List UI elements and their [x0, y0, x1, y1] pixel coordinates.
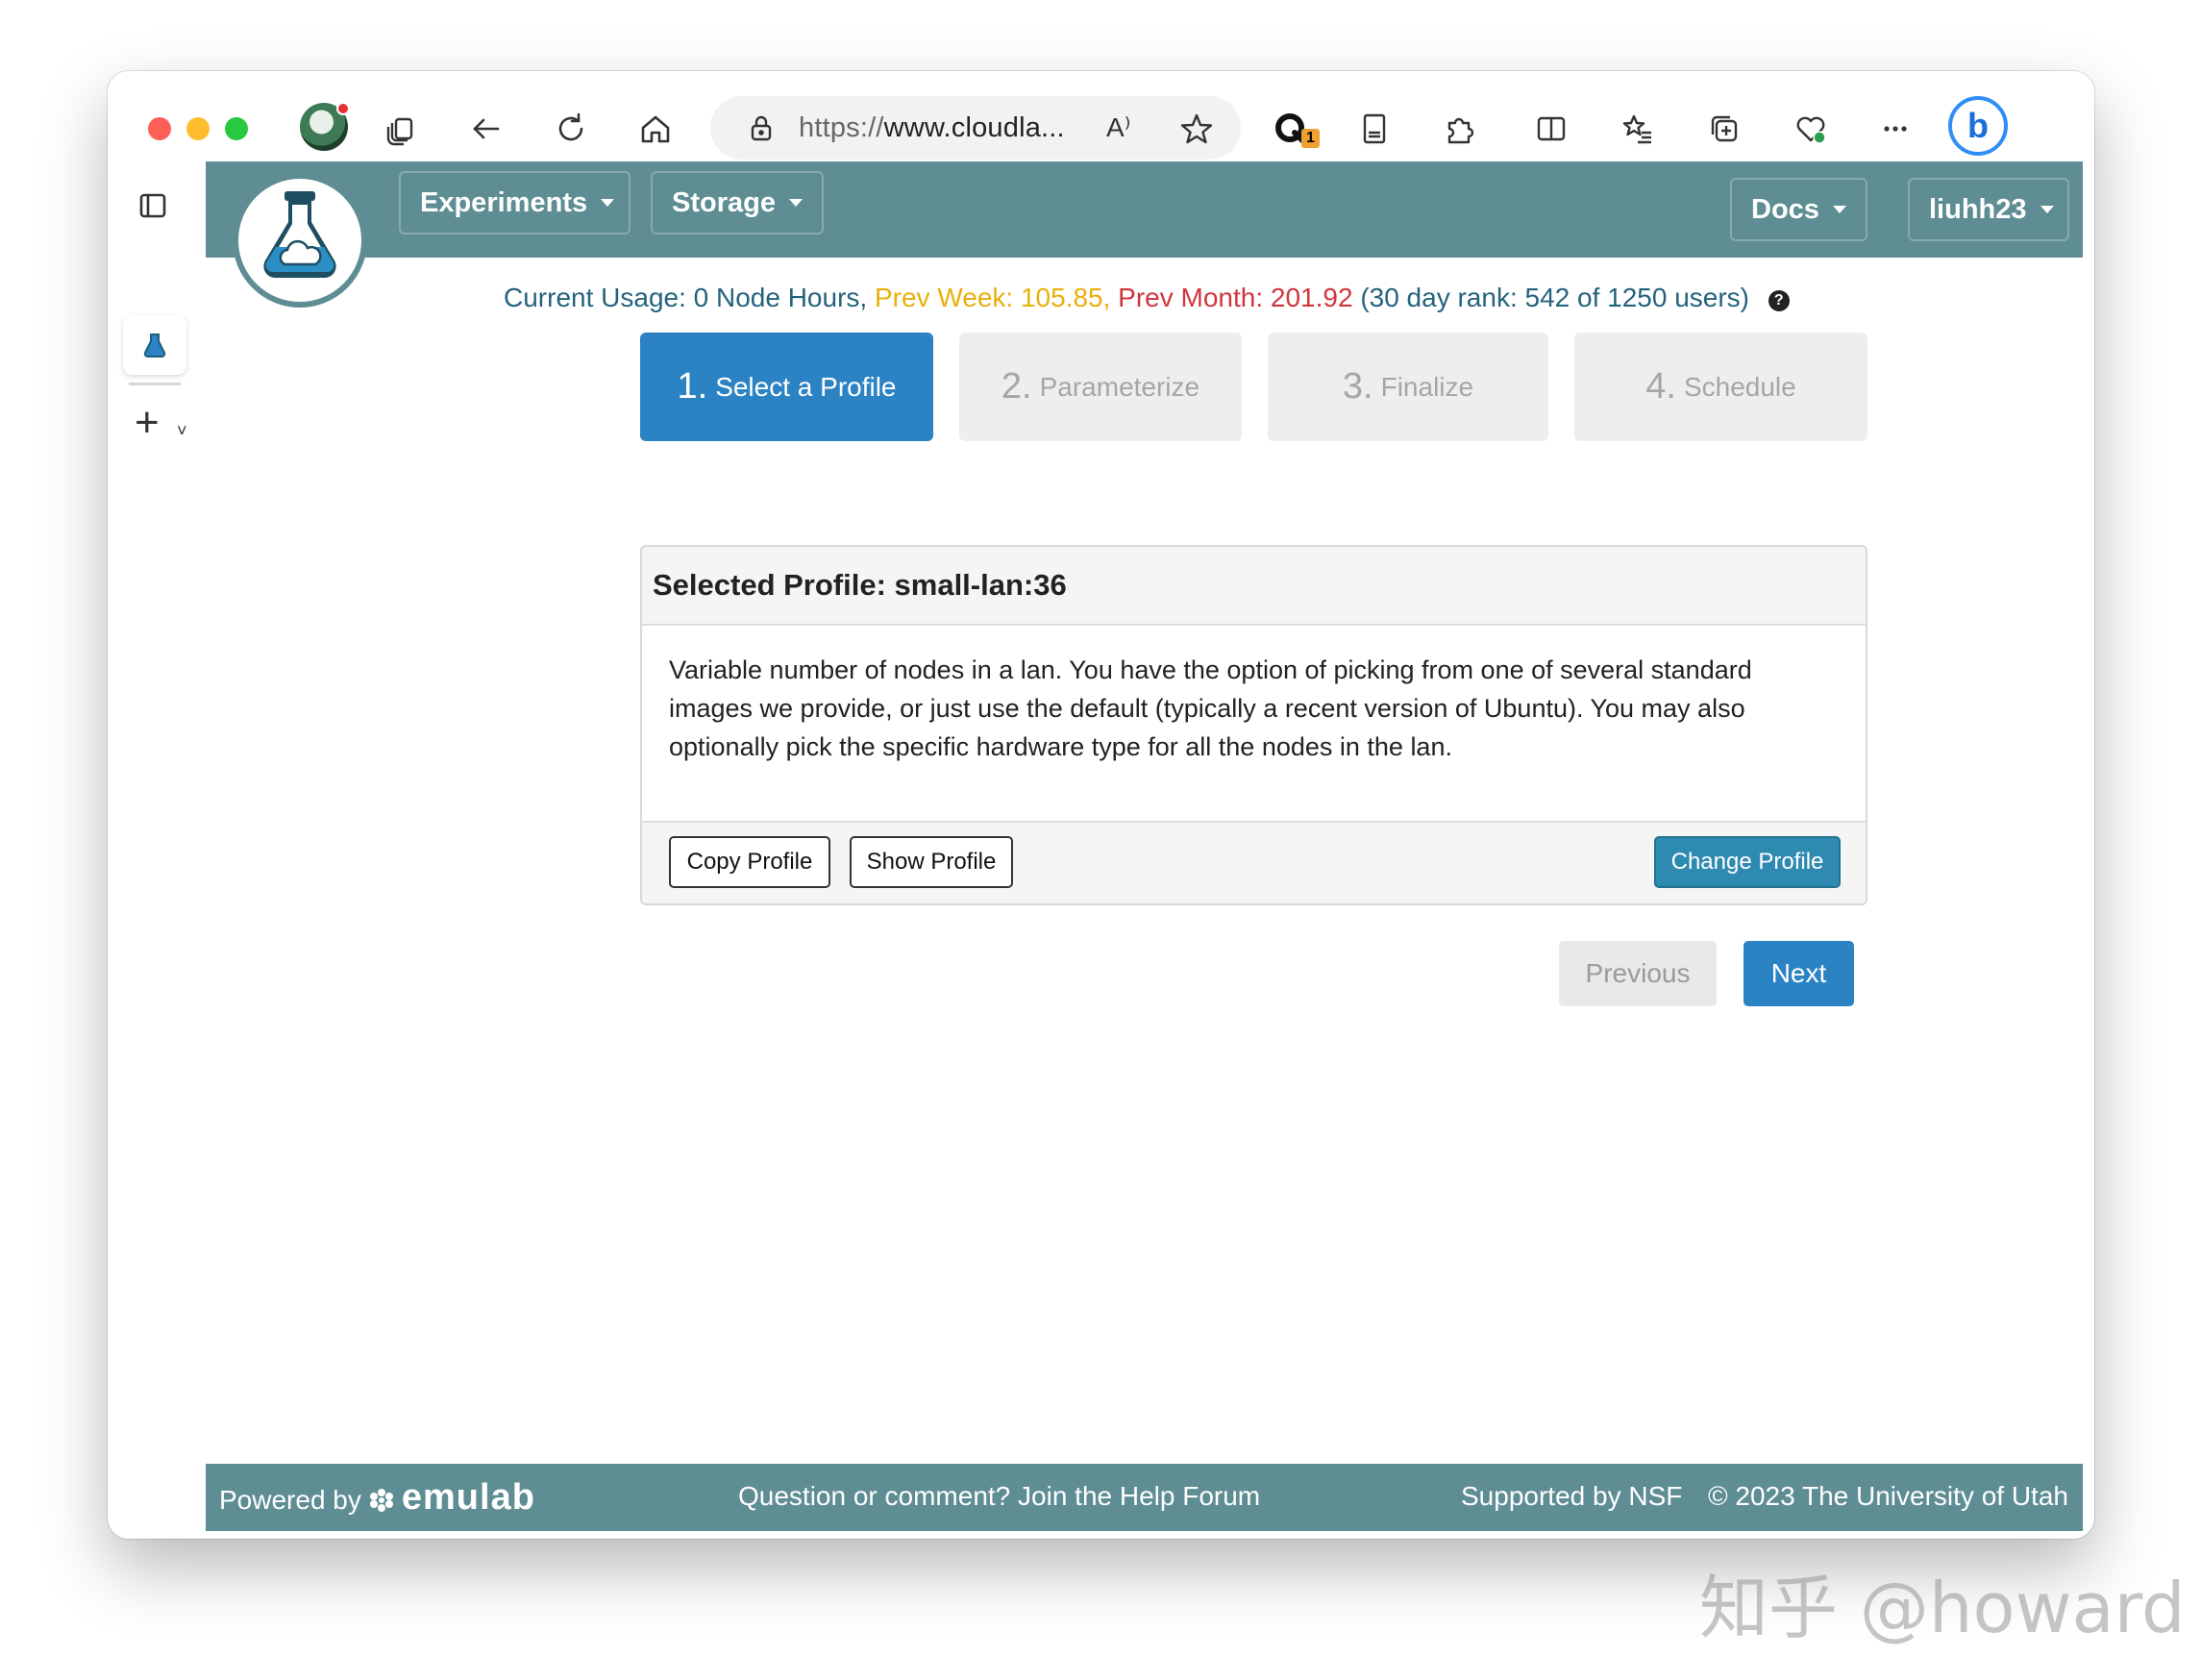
step-number: 4. — [1645, 366, 1676, 407]
flask-favicon-icon — [143, 334, 166, 358]
flask-logo-icon — [263, 191, 336, 278]
url-host: www.cloudla... — [883, 112, 1065, 143]
favorite-star-icon[interactable] — [1179, 111, 1214, 146]
experiments-label: Experiments — [420, 186, 588, 218]
extensions-puzzle-icon[interactable] — [1434, 104, 1484, 154]
profile-panel-footer: Copy Profile Show Profile Change Profile — [642, 821, 1866, 903]
bing-chat-button[interactable]: b — [1948, 96, 2008, 156]
emulab-logo-text[interactable]: emulab — [402, 1477, 535, 1519]
cloudlab-logo[interactable] — [233, 173, 367, 308]
zoom-window-button[interactable] — [225, 117, 248, 140]
address-bar[interactable]: https://www.cloudla... A⁾ — [710, 96, 1241, 160]
browser-window: https://www.cloudla... A⁾ 1 b + ˅ Experi… — [108, 71, 2094, 1539]
docs-menu-button[interactable]: Docs — [1730, 178, 1867, 241]
help-forum-link[interactable]: Question or comment? Join the Help Forum — [738, 1481, 1260, 1512]
url-text[interactable]: https://www.cloudla... — [799, 112, 1065, 144]
refresh-icon[interactable] — [546, 104, 596, 154]
experiments-menu-button[interactable]: Experiments — [399, 171, 631, 235]
copyright-text: © 2023 The University of Utah — [1708, 1481, 2068, 1511]
step-number: 3. — [1342, 366, 1373, 407]
split-screen-icon[interactable] — [1526, 104, 1576, 154]
step-select-profile[interactable]: 1. Select a Profile — [640, 333, 933, 441]
nsf-link[interactable]: Supported by NSF — [1461, 1481, 1682, 1512]
browser-essentials-icon[interactable] — [1786, 104, 1836, 154]
profile-description: Variable number of nodes in a lan. You h… — [669, 655, 1752, 761]
vertical-tab-strip: + ˅ — [108, 161, 206, 1539]
step-number: 1. — [677, 366, 708, 407]
show-profile-button[interactable]: Show Profile — [850, 836, 1013, 888]
back-arrow-icon[interactable] — [461, 104, 511, 154]
tab-strip-divider — [129, 383, 181, 385]
caret-down-icon — [601, 199, 615, 207]
user-menu-button[interactable]: liuhh23 — [1908, 178, 2069, 241]
browser-toolbar: https://www.cloudla... A⁾ 1 b — [108, 71, 2094, 161]
step-parameterize[interactable]: 2. Parameterize — [959, 333, 1242, 441]
tab-collections-icon[interactable] — [377, 104, 427, 154]
current-usage-text: Current Usage: 0 Node Hours, — [504, 283, 868, 312]
selected-profile-heading: Selected Profile: small-lan:36 — [642, 547, 1866, 626]
caret-down-icon — [788, 199, 803, 207]
home-icon[interactable] — [631, 104, 680, 154]
step-label: Select a Profile — [715, 371, 897, 402]
site-footer: Powered by emulab Question or comment? J… — [206, 1464, 2083, 1531]
favorites-list-icon[interactable] — [1613, 104, 1663, 154]
vertical-tab-cloudlab[interactable] — [123, 315, 186, 375]
caret-down-icon — [2040, 206, 2054, 213]
lock-icon[interactable] — [747, 113, 776, 142]
more-menu-icon[interactable] — [1870, 104, 1920, 154]
close-window-button[interactable] — [148, 117, 171, 140]
caret-down-icon — [1832, 206, 1846, 213]
extension-badge: 1 — [1301, 129, 1320, 148]
emulab-flower-icon — [369, 1488, 393, 1512]
selected-profile-panel: Selected Profile: small-lan:36 Variable … — [640, 545, 1867, 905]
step-label: Schedule — [1683, 371, 1796, 402]
step-schedule[interactable]: 4. Schedule — [1574, 333, 1867, 441]
minimize-window-button[interactable] — [186, 117, 210, 140]
usage-summary: Current Usage: 0 Node Hours, Prev Week: … — [504, 283, 1790, 313]
profile-notification-dot — [336, 102, 350, 115]
new-tab-plus-icon[interactable]: + — [135, 402, 160, 444]
previous-button[interactable]: Previous — [1559, 941, 1717, 1006]
watermark: 知乎 @howard — [1699, 1568, 2186, 1648]
web-page: Experiments Storage Docs liuhh23 Current… — [206, 161, 2083, 1539]
change-profile-button[interactable]: Change Profile — [1654, 836, 1841, 888]
site-navbar: Experiments Storage Docs liuhh23 — [206, 161, 2083, 258]
collections-icon[interactable] — [1699, 104, 1749, 154]
tab-panel-icon[interactable] — [137, 190, 168, 221]
prev-week-usage-text: Prev Week: 105.85, — [874, 283, 1111, 312]
reading-view-icon[interactable] — [1349, 104, 1399, 154]
docs-label: Docs — [1751, 193, 1819, 225]
prev-month-usage-text: Prev Month: 201.92 — [1118, 283, 1353, 312]
next-button[interactable]: Next — [1743, 941, 1854, 1006]
step-number: 2. — [1001, 366, 1032, 407]
powered-by-text: Powered by — [219, 1484, 361, 1515]
step-label: Finalize — [1380, 371, 1474, 402]
storage-menu-button[interactable]: Storage — [651, 171, 824, 235]
help-question-icon[interactable]: ? — [1768, 290, 1790, 311]
chevron-down-icon[interactable]: ˅ — [177, 421, 187, 441]
copy-profile-button[interactable]: Copy Profile — [669, 836, 830, 888]
storage-label: Storage — [672, 186, 776, 218]
url-scheme: https:// — [799, 112, 884, 143]
read-aloud-icon[interactable]: A⁾ — [1106, 111, 1131, 143]
username-label: liuhh23 — [1929, 193, 2027, 225]
step-label: Parameterize — [1039, 371, 1200, 402]
step-finalize[interactable]: 3. Finalize — [1268, 333, 1548, 441]
powered-by: Powered by emulab — [219, 1477, 535, 1519]
usage-rank-text: (30 day rank: 542 of 1250 users) — [1360, 283, 1749, 312]
